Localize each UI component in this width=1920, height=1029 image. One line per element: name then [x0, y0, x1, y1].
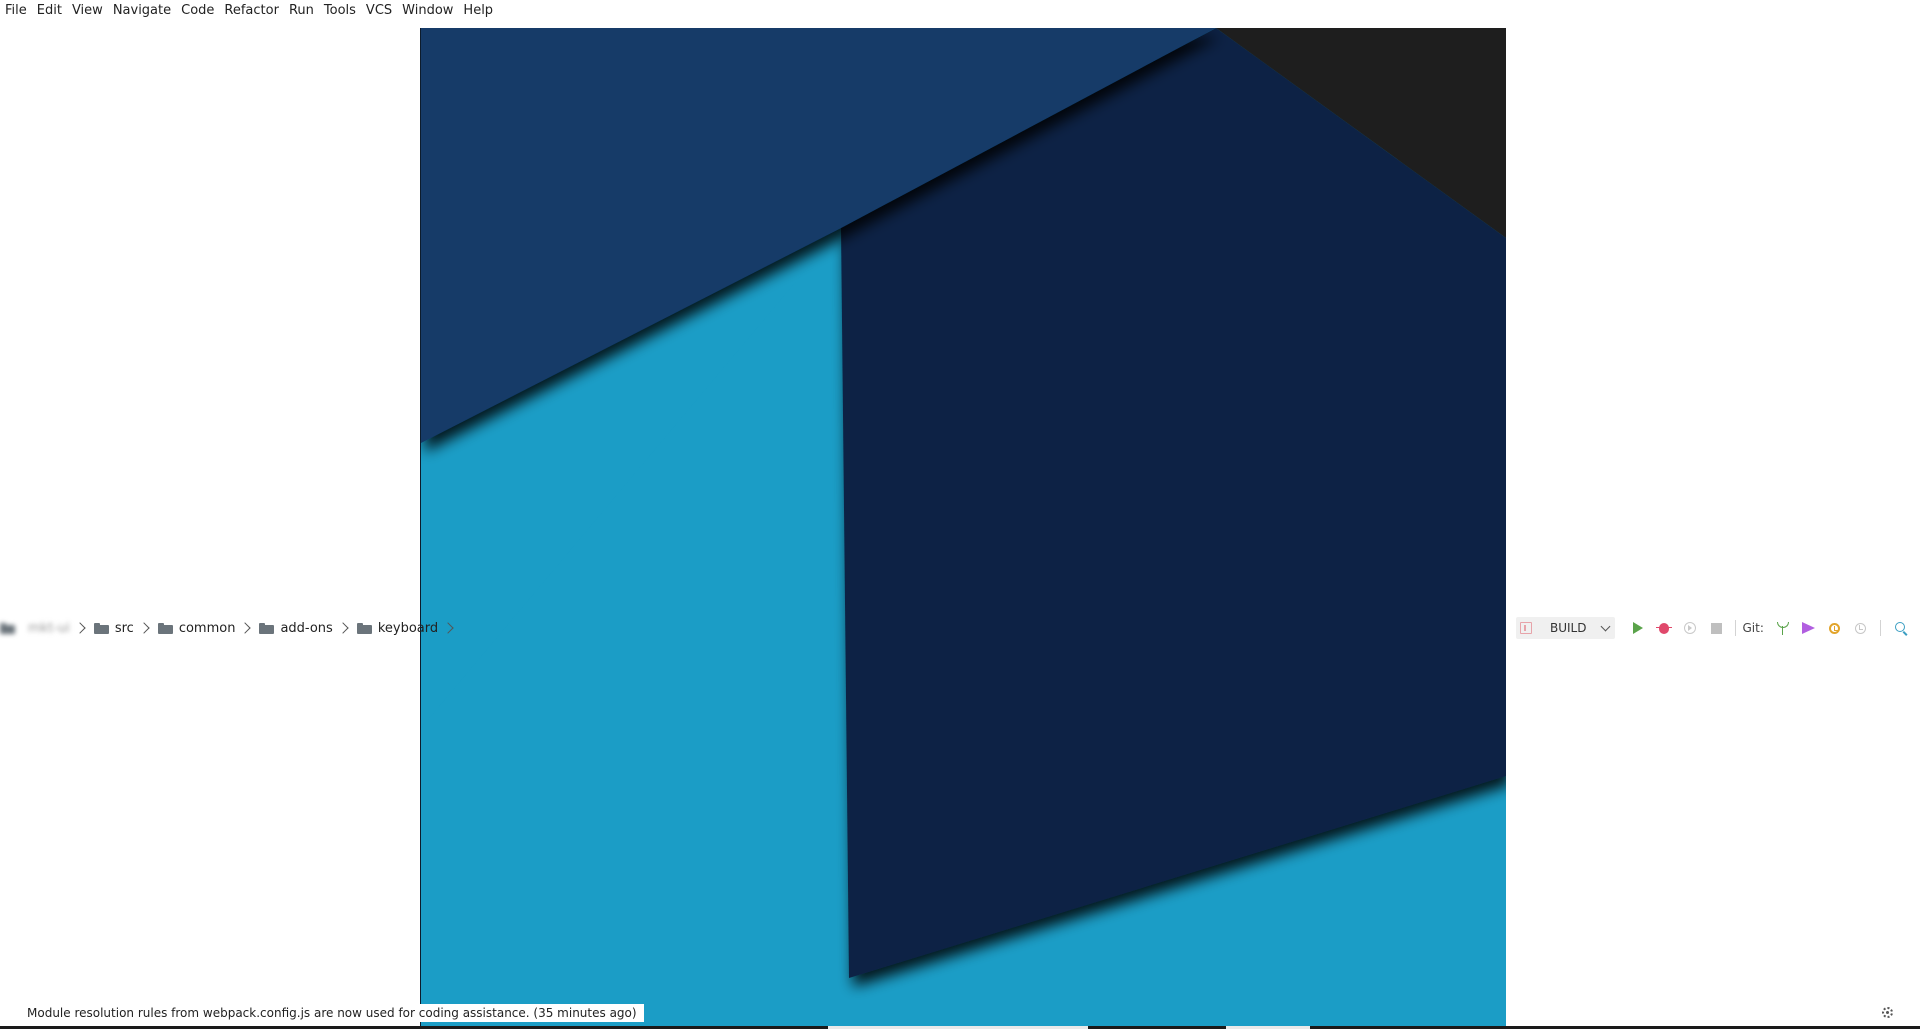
git-label: Git:	[1742, 621, 1764, 635]
profile-button[interactable]	[1677, 617, 1703, 639]
debug-button[interactable]	[1651, 617, 1677, 639]
git-update-button[interactable]	[1770, 617, 1796, 639]
wallpaper-shapes	[421, 28, 1506, 1029]
run-config-label: BUILD	[1550, 621, 1587, 635]
menu-view[interactable]: View	[67, 0, 108, 22]
menu-file[interactable]: File	[0, 0, 32, 22]
git-branch-icon	[1776, 621, 1789, 635]
run-button[interactable]	[1625, 617, 1651, 639]
chevron-right-icon	[74, 622, 86, 634]
stop-icon	[1710, 622, 1722, 634]
gear-icon	[1881, 1006, 1893, 1018]
breadcrumb-project-label: mkt-ui	[28, 620, 70, 636]
profile-icon	[1684, 622, 1697, 634]
status-message[interactable]: Module resolution rules from webpack.con…	[20, 1004, 644, 1022]
menu-code[interactable]: Code	[176, 0, 219, 22]
menu-window[interactable]: Window	[397, 0, 458, 22]
menu-run[interactable]: Run	[284, 0, 319, 22]
breadcrumb-item-label: common	[178, 620, 236, 636]
git-history-button[interactable]	[1822, 617, 1848, 639]
git-push-button[interactable]	[1796, 617, 1822, 639]
breadcrumb-item-common[interactable]: common	[157, 620, 260, 636]
menu-bar: File Edit View Navigate Code Refactor Ru…	[0, 0, 1920, 22]
menu-tools[interactable]: Tools	[319, 0, 361, 22]
play-icon	[1633, 622, 1644, 634]
menu-edit[interactable]: Edit	[32, 0, 67, 22]
stop-button[interactable]	[1703, 617, 1729, 639]
breadcrumb-item-src[interactable]: src	[93, 620, 158, 636]
bug-icon	[1656, 622, 1673, 634]
breadcrumb-item-label: add-ons	[280, 620, 333, 636]
push-icon	[1802, 622, 1816, 634]
menu-help[interactable]: Help	[458, 0, 498, 22]
status-settings-button[interactable]	[1880, 1005, 1894, 1019]
run-config-select[interactable]: BUILD	[1516, 617, 1616, 639]
chevron-right-icon	[337, 622, 349, 634]
folder-icon	[259, 622, 275, 634]
toolbar-separator	[1879, 620, 1881, 636]
menu-navigate[interactable]: Navigate	[108, 0, 176, 22]
search-everywhere-button[interactable]	[1887, 617, 1913, 639]
folder-icon	[157, 622, 173, 634]
chevron-right-icon	[442, 622, 454, 634]
rollback-icon	[1855, 622, 1867, 634]
main-toolbar: BUILD Git:	[1516, 616, 1920, 640]
breadcrumb-item-label: keyboard	[377, 620, 439, 636]
breadcrumb-project[interactable]: mkt-ui	[0, 621, 94, 636]
status-bar: Module resolution rules from webpack.con…	[0, 1002, 1920, 1024]
chevron-right-icon	[239, 622, 252, 634]
breadcrumb-item-label: src	[114, 620, 134, 636]
folder-icon	[93, 622, 109, 634]
breadcrumb-item-keyboard[interactable]: keyboard	[356, 620, 462, 636]
wallpaper-image	[420, 28, 1506, 1029]
folder-icon	[0, 622, 15, 634]
folder-icon	[356, 622, 372, 634]
chevron-right-icon	[138, 622, 150, 634]
breadcrumb-item-add-ons[interactable]: add-ons	[259, 621, 356, 636]
npm-config-icon	[1520, 622, 1532, 634]
breadcrumb: mkt-ui src common add-ons keyboard	[0, 616, 454, 640]
menu-refactor[interactable]: Refactor	[219, 0, 284, 22]
git-rollback-button[interactable]	[1848, 617, 1874, 639]
ide-window: File Edit View Navigate Code Refactor Ru…	[0, 0, 1920, 1029]
search-icon	[1894, 621, 1905, 632]
toolbar-separator	[1735, 620, 1737, 636]
menu-vcs[interactable]: VCS	[361, 0, 397, 22]
history-icon	[1829, 622, 1841, 634]
chevron-down-icon	[1601, 621, 1611, 631]
